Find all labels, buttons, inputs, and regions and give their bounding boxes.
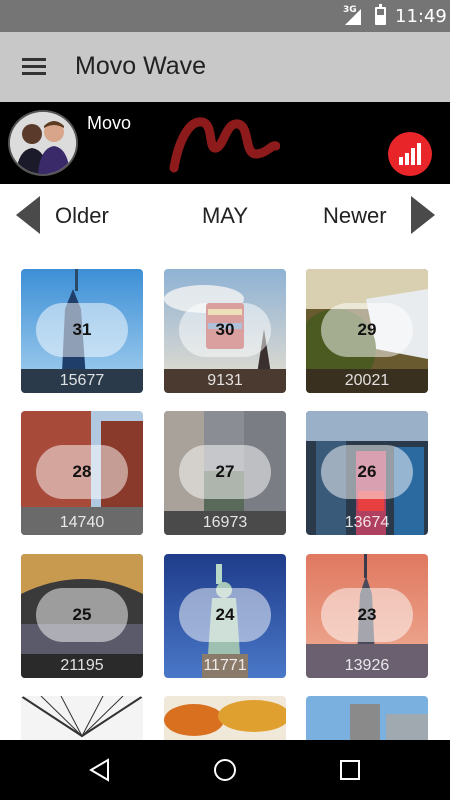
photo-count: 9131 <box>207 372 243 389</box>
day-tile[interactable]: 23 13926 <box>306 554 428 678</box>
day-number: 31 <box>36 303 128 357</box>
day-tile[interactable]: 27 16973 <box>164 411 286 535</box>
bar-chart-icon[interactable] <box>388 132 432 176</box>
day-number: 28 <box>36 445 128 499</box>
photo-count: 11771 <box>203 657 247 674</box>
day-tile[interactable]: 26 13674 <box>306 411 428 535</box>
day-tile[interactable] <box>306 696 428 740</box>
movo-logo <box>168 108 281 176</box>
photo-count: 13926 <box>344 657 390 674</box>
day-number: 30 <box>179 303 271 357</box>
back-triangle-icon[interactable] <box>88 758 112 782</box>
photo-count: 15677 <box>59 372 105 389</box>
day-number: 23 <box>321 588 413 642</box>
photo-count: 16973 <box>202 514 248 531</box>
day-tile[interactable] <box>164 696 286 740</box>
day-tile[interactable]: 30 9131 <box>164 269 286 393</box>
app-bar: Movo Wave <box>0 32 450 102</box>
signal-icon <box>345 9 361 25</box>
photo-count: 20021 <box>344 372 390 389</box>
day-number: 29 <box>321 303 413 357</box>
day-number: 26 <box>321 445 413 499</box>
day-tile[interactable]: 25 21195 <box>21 554 143 678</box>
app-title: Movo Wave <box>75 52 207 80</box>
day-tile[interactable]: 29 20021 <box>306 269 428 393</box>
photo-count: 21195 <box>60 657 104 674</box>
day-number: 24 <box>179 588 271 642</box>
day-tile[interactable]: 31 15677 <box>21 269 143 393</box>
day-grid: 31 15677 30 9131 29 20021 28 14740 27 16… <box>0 244 450 740</box>
profile-banner: Movo <box>0 102 450 184</box>
clock: 11:49 <box>395 6 447 27</box>
photo-count: 13674 <box>344 514 390 531</box>
day-tile[interactable] <box>21 696 143 740</box>
day-number: 25 <box>36 588 128 642</box>
day-tile[interactable]: 28 14740 <box>21 411 143 535</box>
newer-button[interactable]: Newer <box>323 203 387 229</box>
day-number: 27 <box>179 445 271 499</box>
system-nav-bar <box>0 740 450 800</box>
day-tile[interactable]: 24 11771 <box>164 554 286 678</box>
avatar[interactable] <box>8 110 78 176</box>
photo-count: 14740 <box>59 514 105 531</box>
hamburger-menu-icon[interactable] <box>20 55 50 79</box>
battery-icon <box>375 4 386 25</box>
month-navigation: Older MAY Newer <box>0 184 450 244</box>
brand-name: Movo <box>87 113 132 133</box>
next-arrow-icon[interactable] <box>411 196 435 234</box>
status-bar: 3G 11:49 <box>0 0 450 32</box>
home-circle-icon[interactable] <box>213 758 237 782</box>
recents-square-icon[interactable] <box>340 760 360 780</box>
